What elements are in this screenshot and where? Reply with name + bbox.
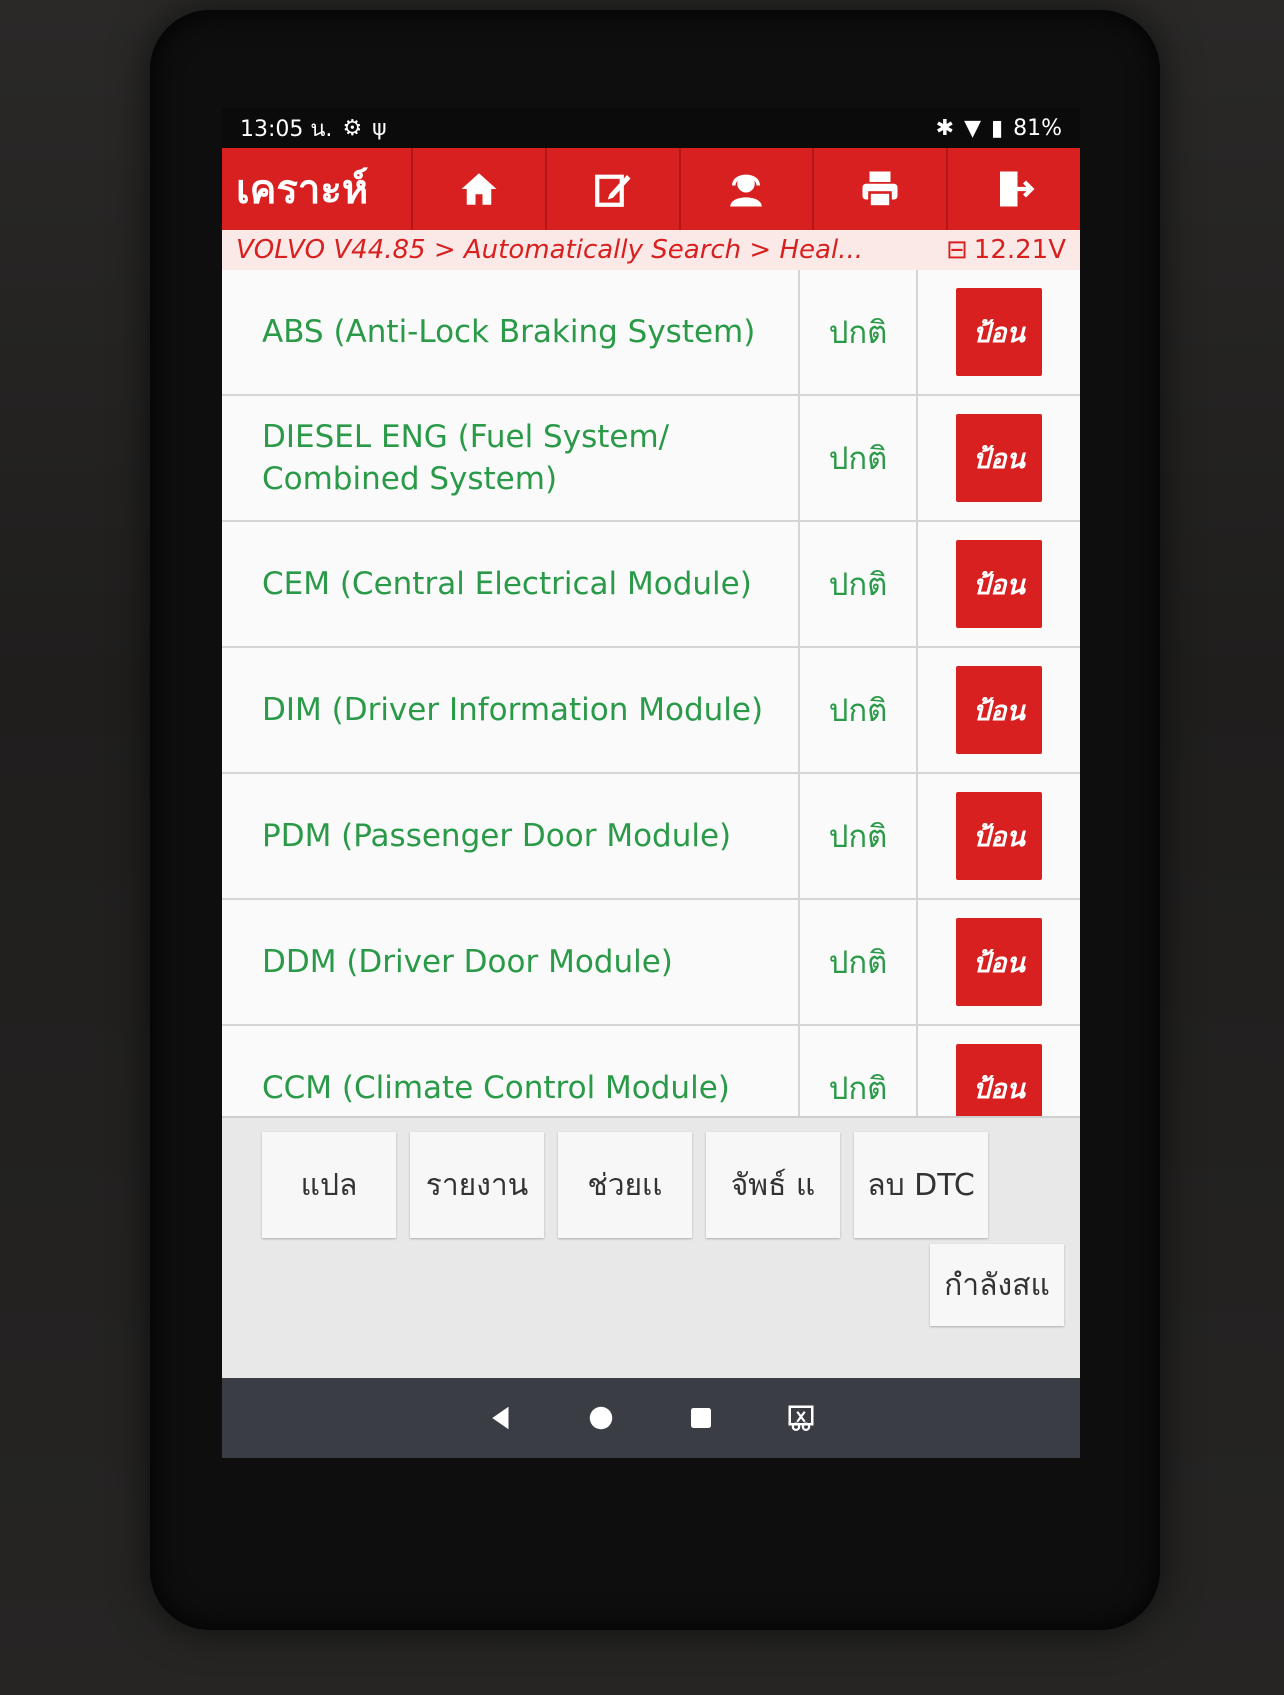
- print-result-button[interactable]: จัพธ์ แ: [706, 1132, 840, 1238]
- enter-button[interactable]: ป้อน: [956, 792, 1042, 880]
- connecting-button[interactable]: กำลังสแ: [930, 1244, 1064, 1326]
- page-title: เคราะห์: [236, 167, 369, 213]
- usb-icon: ψ: [372, 115, 387, 141]
- battery-icon: ▮: [990, 115, 1004, 141]
- module-name: DIESEL ENG (Fuel System/ Combined System…: [222, 396, 800, 520]
- table-row: DIM (Driver Information Module) ปกติ ป้อ…: [222, 648, 1080, 774]
- edit-button[interactable]: [544, 148, 679, 230]
- module-status: ปกติ: [800, 396, 918, 520]
- home-icon: [461, 173, 497, 205]
- table-row: DIESEL ENG (Fuel System/ Combined System…: [222, 396, 1080, 522]
- home-button[interactable]: [411, 148, 545, 230]
- home-nav-icon[interactable]: [586, 1403, 616, 1433]
- edit-icon: [594, 174, 631, 207]
- enter-button[interactable]: ป้อน: [956, 414, 1042, 502]
- bluetooth-icon: ✱: [935, 115, 955, 141]
- battery-level: 81%: [1013, 115, 1062, 141]
- report-button[interactable]: รายงาน: [410, 1132, 544, 1238]
- car-battery-icon: ⊟: [945, 235, 968, 265]
- enter-button[interactable]: ป้อน: [956, 666, 1042, 754]
- screen: 13:05 น. ⚙ ψ ✱ ▼ ▮ 81% เคราะห์ VOLVO V44…: [222, 108, 1080, 1458]
- app-header: เคราะห์: [222, 148, 1080, 230]
- recents-icon[interactable]: [686, 1403, 716, 1433]
- clear-dtc-button[interactable]: ลบ DTC: [854, 1132, 988, 1238]
- support-button[interactable]: [678, 148, 813, 230]
- table-row: PDM (Passenger Door Module) ปกติ ป้อน: [222, 774, 1080, 900]
- breadcrumb-path: VOLVO V44.85 > Automatically Search > He…: [236, 235, 863, 265]
- exit-icon: [1000, 171, 1035, 207]
- enter-button[interactable]: ป้อน: [956, 918, 1042, 1006]
- table-row: CEM (Central Electrical Module) ปกติ ป้อ…: [222, 522, 1080, 648]
- module-name: PDM (Passenger Door Module): [222, 774, 800, 898]
- back-icon[interactable]: [486, 1403, 516, 1433]
- module-name: DIM (Driver Information Module): [222, 648, 800, 772]
- enter-button[interactable]: ป้อน: [956, 288, 1042, 376]
- exit-button[interactable]: [946, 148, 1080, 230]
- module-name: ABS (Anti-Lock Braking System): [222, 270, 800, 394]
- module-name: CEM (Central Electrical Module): [222, 522, 800, 646]
- voltage-reading: 12.21V: [973, 235, 1066, 265]
- print-button[interactable]: [812, 148, 946, 230]
- module-status: ปกติ: [800, 900, 918, 1024]
- status-time: 13:05 น.: [240, 116, 333, 142]
- module-list: ABS (Anti-Lock Braking System) ปกติ ป้อน…: [222, 270, 1080, 1152]
- table-row: ABS (Anti-Lock Braking System) ปกติ ป้อน: [222, 270, 1080, 396]
- module-name: DDM (Driver Door Module): [222, 900, 800, 1024]
- help-button[interactable]: ช่วยเเ: [558, 1132, 692, 1238]
- wifi-icon: ▼: [964, 115, 981, 141]
- translate-button[interactable]: แปล: [262, 1132, 396, 1238]
- breadcrumb: VOLVO V44.85 > Automatically Search > He…: [222, 230, 1080, 270]
- module-status: ปกติ: [800, 648, 918, 772]
- screenshot-icon[interactable]: [786, 1403, 816, 1433]
- module-status: ปกติ: [800, 774, 918, 898]
- printer-icon: [862, 171, 898, 208]
- status-bar: 13:05 น. ⚙ ψ ✱ ▼ ▮ 81%: [222, 108, 1080, 148]
- table-row: DDM (Driver Door Module) ปกติ ป้อน: [222, 900, 1080, 1026]
- enter-button[interactable]: ป้อน: [956, 540, 1042, 628]
- module-status: ปกติ: [800, 522, 918, 646]
- settings-status-icon: ⚙: [342, 115, 363, 141]
- support-agent-icon: [730, 174, 763, 207]
- module-status: ปกติ: [800, 270, 918, 394]
- device-photo: 13:05 น. ⚙ ψ ✱ ▼ ▮ 81% เคราะห์ VOLVO V44…: [0, 0, 1284, 1695]
- function-bar: แปล รายงาน ช่วยเเ จัพธ์ แ ลบ DTC กำลังสแ: [222, 1116, 1080, 1380]
- nav-bar: [222, 1378, 1080, 1458]
